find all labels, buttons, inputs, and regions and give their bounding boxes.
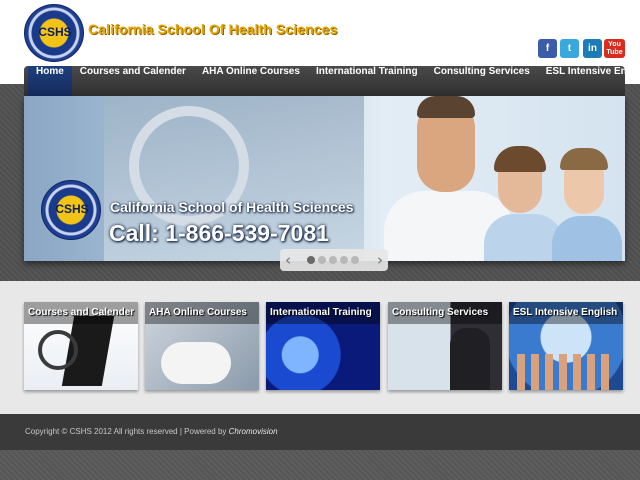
slider-dot[interactable] [351, 256, 359, 264]
hero-slide[interactable]: CSHS California School of Health Science… [24, 96, 625, 261]
powered-by-link[interactable]: Chromovision [229, 427, 278, 436]
slider-dot[interactable] [329, 256, 337, 264]
hero-logo-text: CSHS [55, 202, 89, 216]
slider-dots [307, 256, 359, 264]
nav-home[interactable]: Home [28, 66, 72, 96]
main-nav: Home Courses and Calender AHA Online Cou… [24, 66, 640, 96]
hero-phone: Call: 1-866-539-7081 [109, 220, 329, 246]
copyright-text: Copyright © CSHS 2012 All rights reserve… [25, 427, 227, 436]
feature-tile-esl-intensive-english[interactable]: ESL Intensive English [509, 302, 623, 390]
nav-courses-calender[interactable]: Courses and Calender [72, 66, 194, 96]
feature-label: Courses and Calender [24, 302, 138, 324]
linkedin-icon[interactable]: in [583, 39, 602, 58]
feature-label: International Training [266, 302, 380, 324]
nurse-hair-2 [560, 148, 608, 170]
slider-controls: ‹ › [280, 249, 388, 271]
logo-text: CSHS [38, 25, 72, 39]
youtube-icon[interactable]: You Tube [604, 39, 625, 58]
slider-dot[interactable] [340, 256, 348, 264]
nurse-hair [494, 146, 546, 172]
nav-consulting-services[interactable]: Consulting Services [426, 66, 538, 96]
slider-dot[interactable] [307, 256, 315, 264]
site-footer: Copyright © CSHS 2012 All rights reserve… [0, 414, 640, 450]
site-header: CSHS California School Of Health Science… [0, 0, 640, 66]
footer-text: Copyright © CSHS 2012 All rights reserve… [25, 427, 278, 436]
cshs-logo[interactable]: CSHS [24, 4, 84, 62]
nav-aha-online-courses[interactable]: AHA Online Courses [194, 66, 308, 96]
nav-international-training[interactable]: International Training [308, 66, 426, 96]
feature-tile-aha-online-courses[interactable]: AHA Online Courses [145, 302, 259, 390]
feature-label: AHA Online Courses [145, 302, 259, 324]
doctor-hair [417, 96, 475, 118]
facebook-icon[interactable]: f [538, 39, 557, 58]
twitter-icon[interactable]: t [560, 39, 579, 58]
mouse-image [161, 342, 231, 384]
chevron-right-icon[interactable]: › [377, 251, 383, 269]
businessman-image [450, 328, 490, 390]
raised-hands-image [517, 354, 615, 390]
hero-title: California School of Health Sciences [110, 199, 354, 215]
nav-esl-intensive-english[interactable]: ESL Intensive English [538, 66, 640, 96]
feature-section: Courses and Calender AHA Online Courses … [0, 281, 640, 414]
nurse-figure-2 [552, 216, 622, 261]
stethoscope-image [38, 330, 78, 370]
feature-tile-courses-calender[interactable]: Courses and Calender [24, 302, 138, 390]
hero-logo: CSHS [41, 180, 101, 240]
slider-dot[interactable] [318, 256, 326, 264]
brand-name[interactable]: California School Of Health Sciences [88, 21, 337, 37]
feature-tile-consulting-services[interactable]: Consulting Services [388, 302, 502, 390]
feature-tile-international-training[interactable]: International Training [266, 302, 380, 390]
bottom-band [0, 450, 640, 480]
feature-label: Consulting Services [388, 302, 502, 324]
chevron-left-icon[interactable]: ‹ [285, 251, 291, 269]
feature-label: ESL Intensive English [509, 302, 623, 324]
